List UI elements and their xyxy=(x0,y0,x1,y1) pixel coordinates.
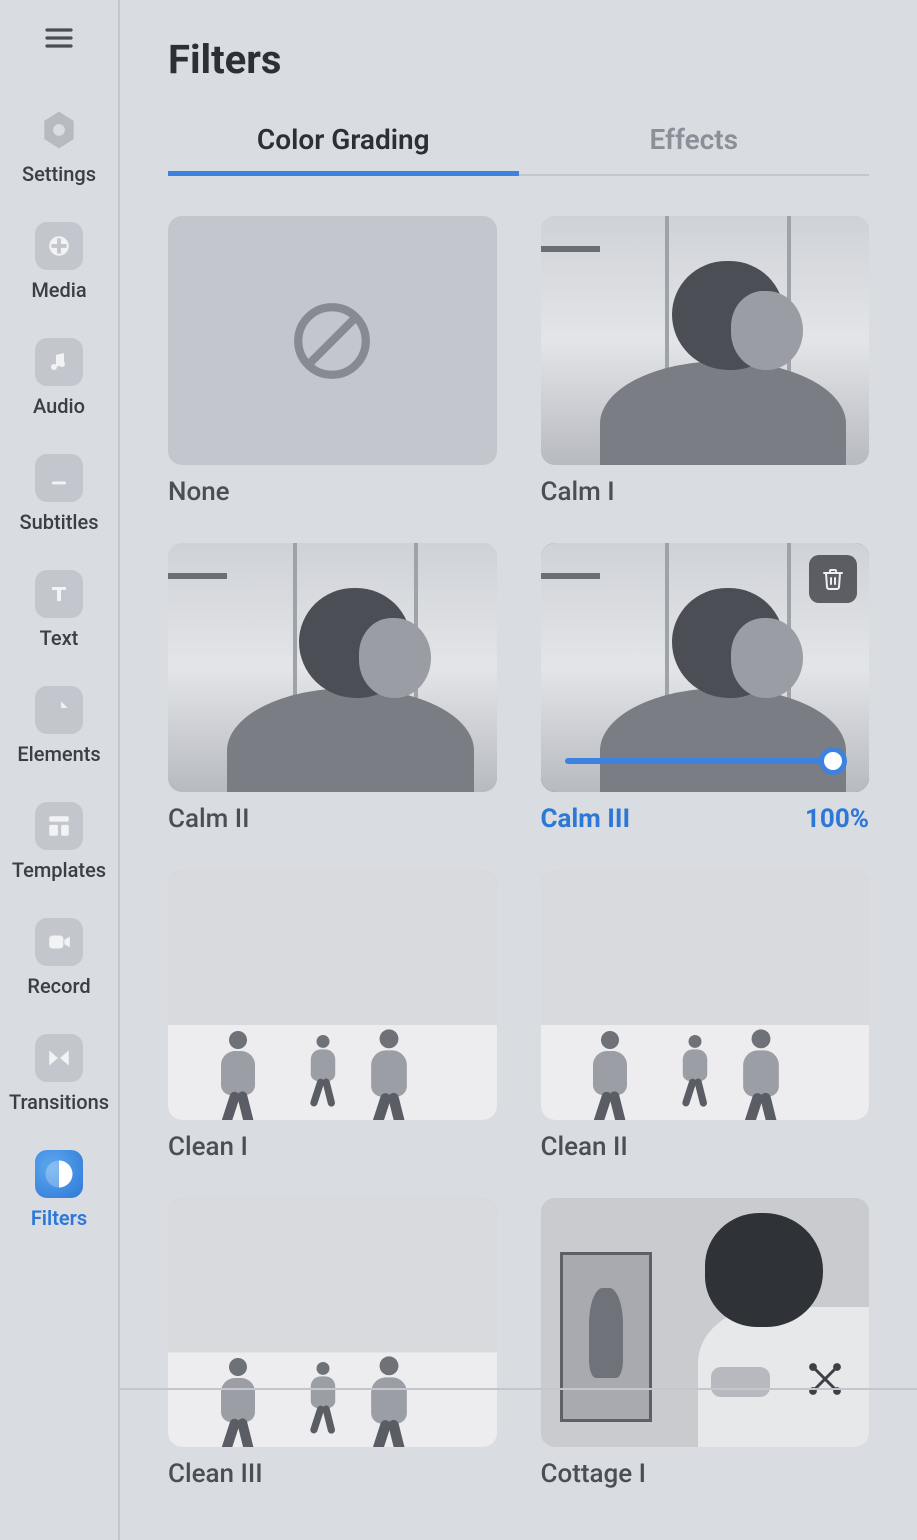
settings-icon xyxy=(35,106,83,154)
filter-card-calm-2[interactable]: Calm II xyxy=(168,543,497,834)
filter-thumbnail xyxy=(168,543,497,792)
filter-grid: None Calm I Calm II xyxy=(168,216,869,1489)
filter-label: Calm II xyxy=(168,804,249,834)
intensity-slider[interactable] xyxy=(565,758,846,764)
none-icon xyxy=(287,296,377,386)
filter-thumbnail xyxy=(168,216,497,465)
filter-label: None xyxy=(168,477,230,507)
filter-thumbnail xyxy=(541,216,870,465)
hamburger-menu-button[interactable] xyxy=(39,18,79,58)
sidebar-item-record[interactable]: Record xyxy=(0,900,118,1016)
sidebar-item-label: Subtitles xyxy=(20,510,99,534)
sidebar-item-label: Transitions xyxy=(9,1090,109,1114)
sidebar-item-label: Audio xyxy=(33,394,85,418)
trash-icon xyxy=(821,567,845,591)
tab-color-grading[interactable]: Color Grading xyxy=(168,123,519,174)
filter-label: Calm I xyxy=(541,477,615,507)
page-title: Filters xyxy=(168,36,869,83)
filter-thumbnail xyxy=(168,870,497,1119)
filters-icon xyxy=(35,1150,83,1198)
tabs: Color Grading Effects xyxy=(168,123,869,176)
sidebar-item-transitions[interactable]: Transitions xyxy=(0,1016,118,1132)
sidebar-item-text[interactable]: Text xyxy=(0,552,118,668)
sidebar: Settings Media Audio Subtitles Text Elem… xyxy=(0,0,120,1540)
subtitles-icon xyxy=(35,454,83,502)
sidebar-item-templates[interactable]: Templates xyxy=(0,784,118,900)
divider xyxy=(120,1388,917,1390)
filter-label: Calm III xyxy=(541,804,631,834)
text-icon xyxy=(35,570,83,618)
tab-label: Color Grading xyxy=(257,123,430,156)
filter-label: Clean I xyxy=(168,1132,248,1162)
filter-label: Clean II xyxy=(541,1132,628,1162)
filter-card-calm-3[interactable]: Calm III 100% xyxy=(541,543,870,834)
filter-card-clean-1[interactable]: Clean I xyxy=(168,870,497,1161)
sidebar-item-label: Media xyxy=(31,278,86,302)
sidebar-item-label: Elements xyxy=(17,742,100,766)
filter-label: Clean III xyxy=(168,1459,263,1489)
tab-effects[interactable]: Effects xyxy=(519,123,870,174)
sidebar-item-audio[interactable]: Audio xyxy=(0,320,118,436)
sidebar-item-label: Filters xyxy=(31,1206,87,1230)
filter-thumbnail xyxy=(541,543,870,792)
sidebar-item-label: Text xyxy=(40,626,79,650)
audio-icon xyxy=(35,338,83,386)
sidebar-item-media[interactable]: Media xyxy=(0,204,118,320)
templates-icon xyxy=(35,802,83,850)
sidebar-item-filters[interactable]: Filters xyxy=(0,1132,118,1248)
filter-card-cottage-1[interactable]: Cottage I xyxy=(541,1198,870,1489)
filter-card-clean-3[interactable]: Clean III xyxy=(168,1198,497,1489)
filter-thumbnail xyxy=(541,1198,870,1447)
media-icon xyxy=(35,222,83,270)
filter-thumbnail xyxy=(541,870,870,1119)
filter-intensity-value: 100% xyxy=(805,804,869,834)
sidebar-item-elements[interactable]: Elements xyxy=(0,668,118,784)
sidebar-item-settings[interactable]: Settings xyxy=(0,88,118,204)
transitions-icon xyxy=(35,1034,83,1082)
filter-thumbnail xyxy=(168,1198,497,1447)
filter-card-none[interactable]: None xyxy=(168,216,497,507)
sidebar-item-label: Templates xyxy=(12,858,106,882)
elements-icon xyxy=(35,686,83,734)
record-icon xyxy=(35,918,83,966)
hamburger-icon xyxy=(43,22,75,54)
filters-panel: Filters Color Grading Effects None Calm … xyxy=(120,0,917,1540)
sidebar-item-subtitles[interactable]: Subtitles xyxy=(0,436,118,552)
sidebar-item-label: Record xyxy=(27,974,90,998)
sidebar-item-label: Settings xyxy=(22,162,96,186)
slider-knob[interactable] xyxy=(819,747,847,775)
filter-card-clean-2[interactable]: Clean II xyxy=(541,870,870,1161)
filter-card-calm-1[interactable]: Calm I xyxy=(541,216,870,507)
filter-label: Cottage I xyxy=(541,1459,647,1489)
tab-label: Effects xyxy=(649,123,738,156)
remove-filter-button[interactable] xyxy=(809,555,857,603)
